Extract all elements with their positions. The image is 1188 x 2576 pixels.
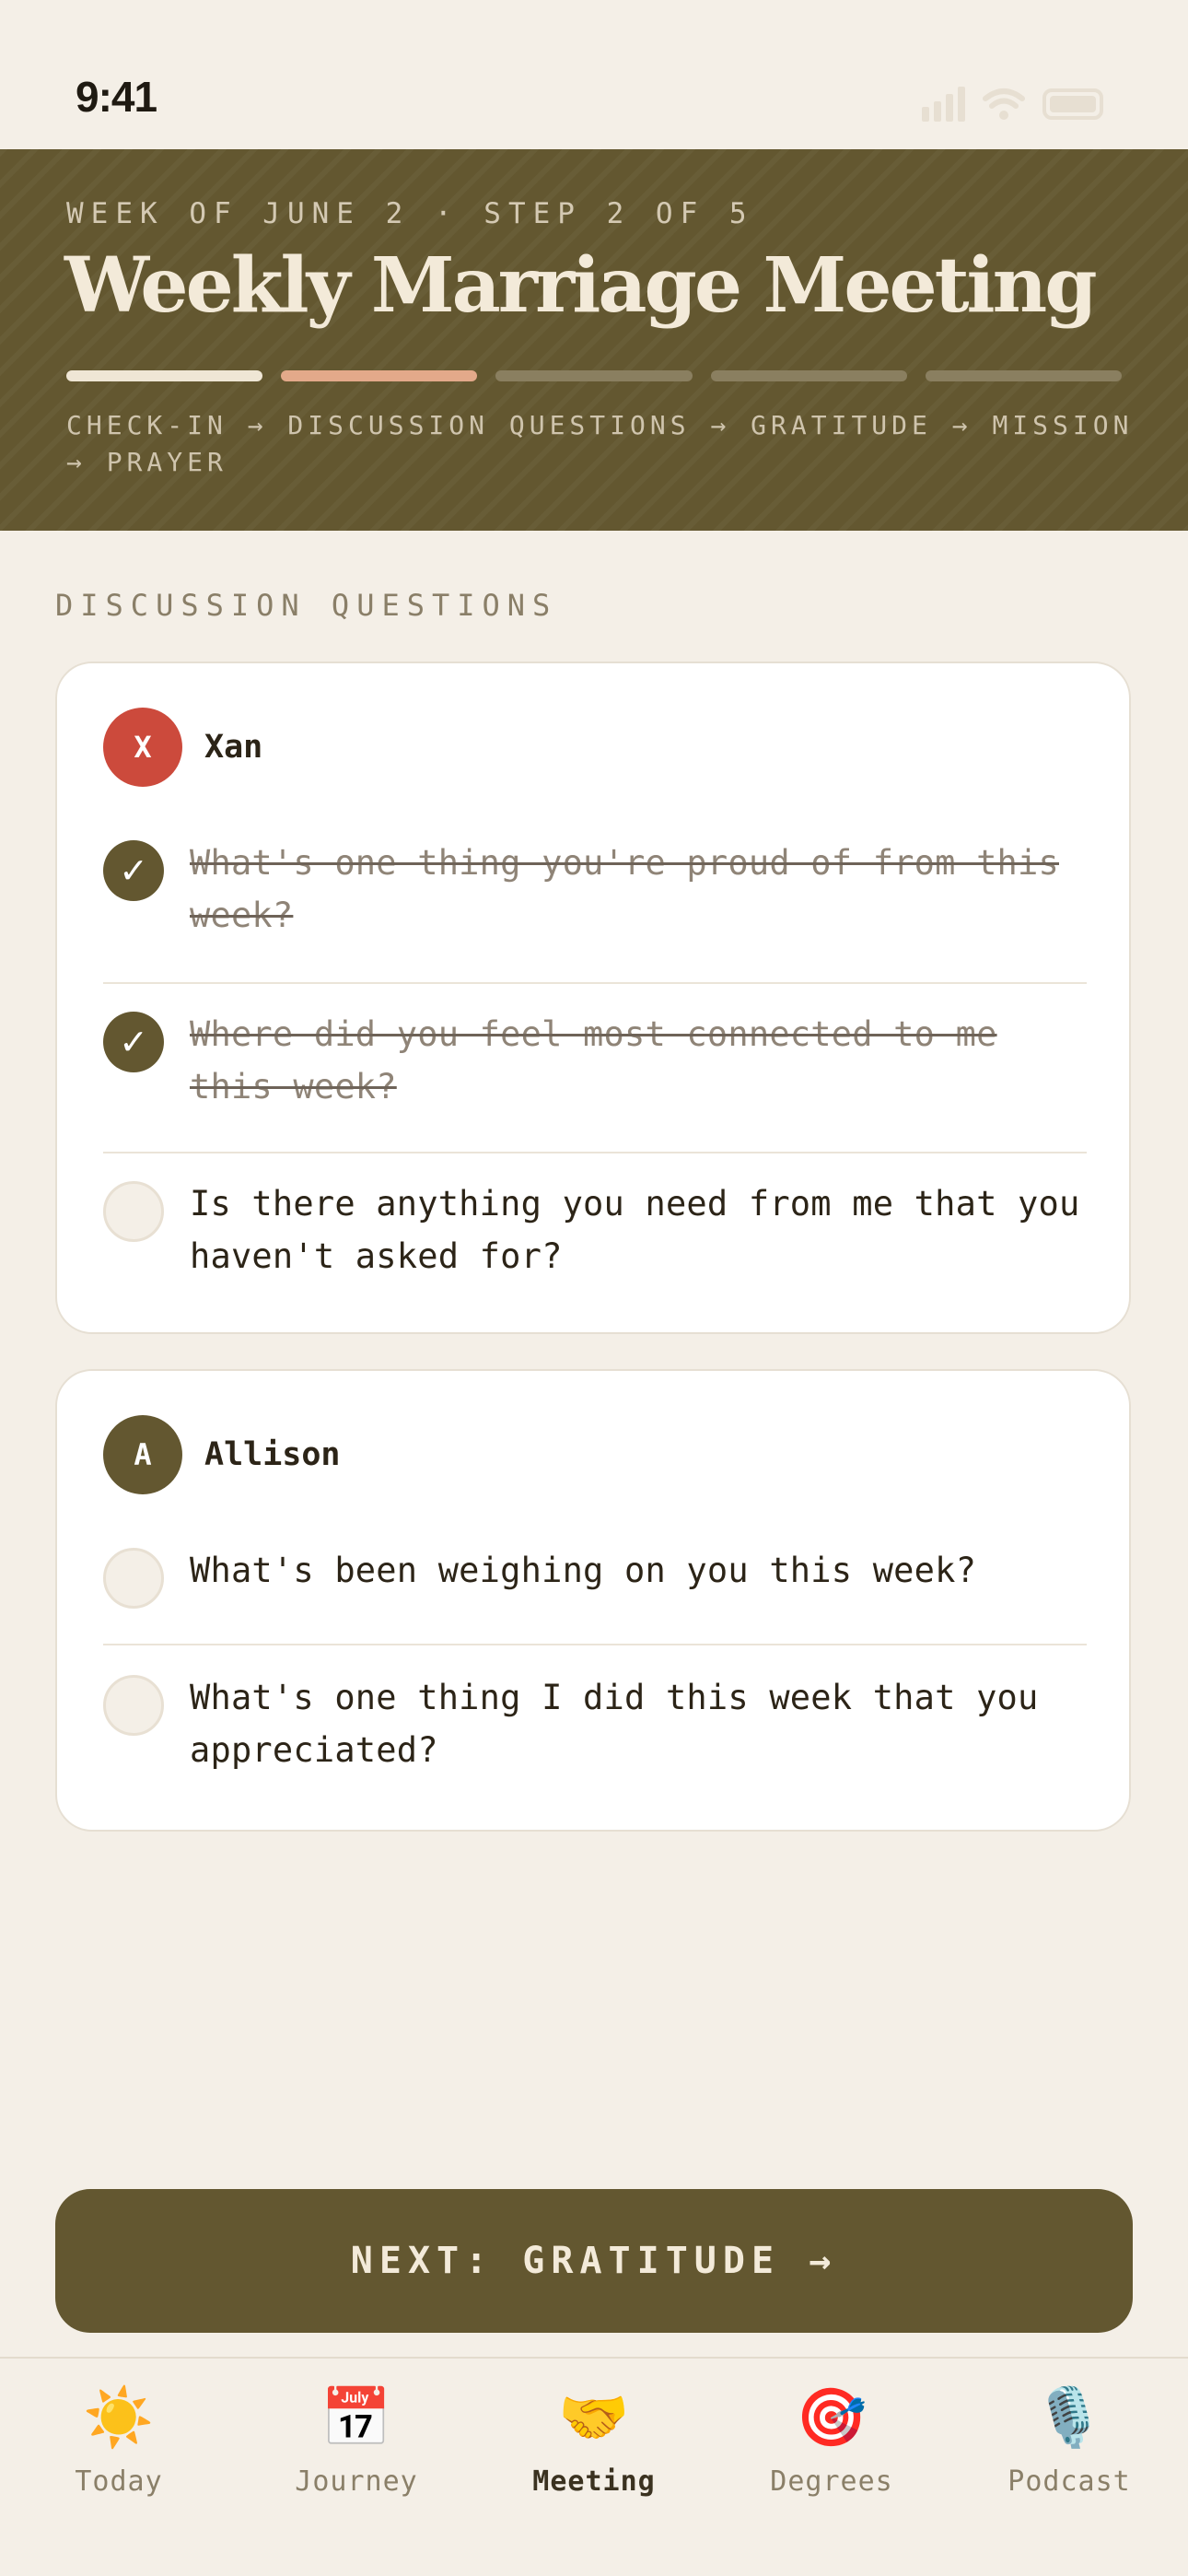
question-text: Is there anything you need from me that … <box>190 1184 1080 1276</box>
divider <box>103 1644 1087 1645</box>
tab-journey[interactable]: 📅 Journey <box>255 2381 458 2498</box>
tab-label: Meeting <box>532 2465 656 2498</box>
microphone-icon: 🎙️ <box>1033 2383 1105 2451</box>
battery-icon <box>1042 88 1103 120</box>
person-header: A Allison <box>103 1415 341 1494</box>
bottom-tab-bar: ☀️ Today 📅 Journey 🤝 Meeting 🎯 Degrees 🎙… <box>0 2357 1188 2576</box>
checkbox-checked[interactable]: ✓ <box>103 840 164 901</box>
person-header: X Xan <box>103 708 262 787</box>
person-name: Allison <box>204 1436 341 1473</box>
person-name: Xan <box>204 729 263 766</box>
question-text: Where did you feel most connected to me … <box>190 1014 997 1107</box>
tab-degrees[interactable]: 🎯 Degrees <box>730 2381 933 2498</box>
meeting-header: WEEK OF JUNE 2 · STEP 2 OF 5 Weekly Marr… <box>0 149 1188 531</box>
target-icon: 🎯 <box>796 2383 868 2451</box>
calendar-icon: 📅 <box>320 2383 392 2451</box>
tab-label: Journey <box>295 2465 418 2498</box>
next-step-button[interactable]: NEXT: GRATITUDE → <box>55 2189 1133 2333</box>
question-text: What's been weighing on you this week? <box>190 1551 977 1590</box>
progress-segment-1 <box>66 370 263 381</box>
tab-today[interactable]: ☀️ Today <box>17 2381 220 2498</box>
divider <box>103 1152 1087 1153</box>
checkbox-unchecked[interactable] <box>103 1548 164 1609</box>
avatar: X <box>103 708 182 787</box>
tab-label: Degrees <box>770 2465 893 2498</box>
status-bar: 9:41 <box>0 0 1188 149</box>
divider <box>103 982 1087 984</box>
status-time: 9:41 <box>76 73 157 121</box>
tab-meeting[interactable]: 🤝 Meeting <box>493 2381 695 2498</box>
question-card-allison: A Allison What's been weighing on you th… <box>55 1369 1131 1832</box>
tab-label: Today <box>75 2465 163 2498</box>
question-item[interactable]: Is there anything you need from me that … <box>103 1177 1085 1282</box>
question-text: What's one thing I did this week that yo… <box>190 1678 1039 1770</box>
progress-segment-2 <box>281 370 478 381</box>
question-card-xan: X Xan ✓ What's one thing you're proud of… <box>55 662 1131 1334</box>
progress-segment-3 <box>495 370 693 381</box>
page-title: Weekly Marriage Meeting <box>64 241 1098 330</box>
question-item[interactable]: ✓ Where did you feel most connected to m… <box>103 1008 1085 1113</box>
section-label: DISCUSSION QUESTIONS <box>55 588 558 623</box>
question-text: What's one thing you're proud of from th… <box>190 843 1059 935</box>
status-icons <box>922 87 1103 122</box>
progress-segment-5 <box>925 370 1123 381</box>
question-item[interactable]: What's been weighing on you this week? <box>103 1544 1085 1609</box>
tab-podcast[interactable]: 🎙️ Podcast <box>968 2381 1171 2498</box>
handshake-icon: 🤝 <box>558 2383 630 2451</box>
checkbox-unchecked[interactable] <box>103 1675 164 1736</box>
avatar: A <box>103 1415 182 1494</box>
question-item[interactable]: ✓ What's one thing you're proud of from … <box>103 837 1085 942</box>
checkbox-checked[interactable]: ✓ <box>103 1012 164 1072</box>
wifi-icon <box>983 88 1025 120</box>
tab-label: Podcast <box>1007 2465 1131 2498</box>
step-progress-bar <box>66 370 1123 381</box>
sun-icon: ☀️ <box>83 2383 155 2451</box>
steps-breadcrumb: CHECK-IN → DISCUSSION QUESTIONS → GRATIT… <box>66 410 1134 477</box>
week-step-kicker: WEEK OF JUNE 2 · STEP 2 OF 5 <box>66 197 754 230</box>
checkbox-unchecked[interactable] <box>103 1181 164 1242</box>
progress-segment-4 <box>710 370 907 381</box>
cellular-signal-icon <box>922 87 965 122</box>
question-item[interactable]: What's one thing I did this week that yo… <box>103 1671 1085 1776</box>
